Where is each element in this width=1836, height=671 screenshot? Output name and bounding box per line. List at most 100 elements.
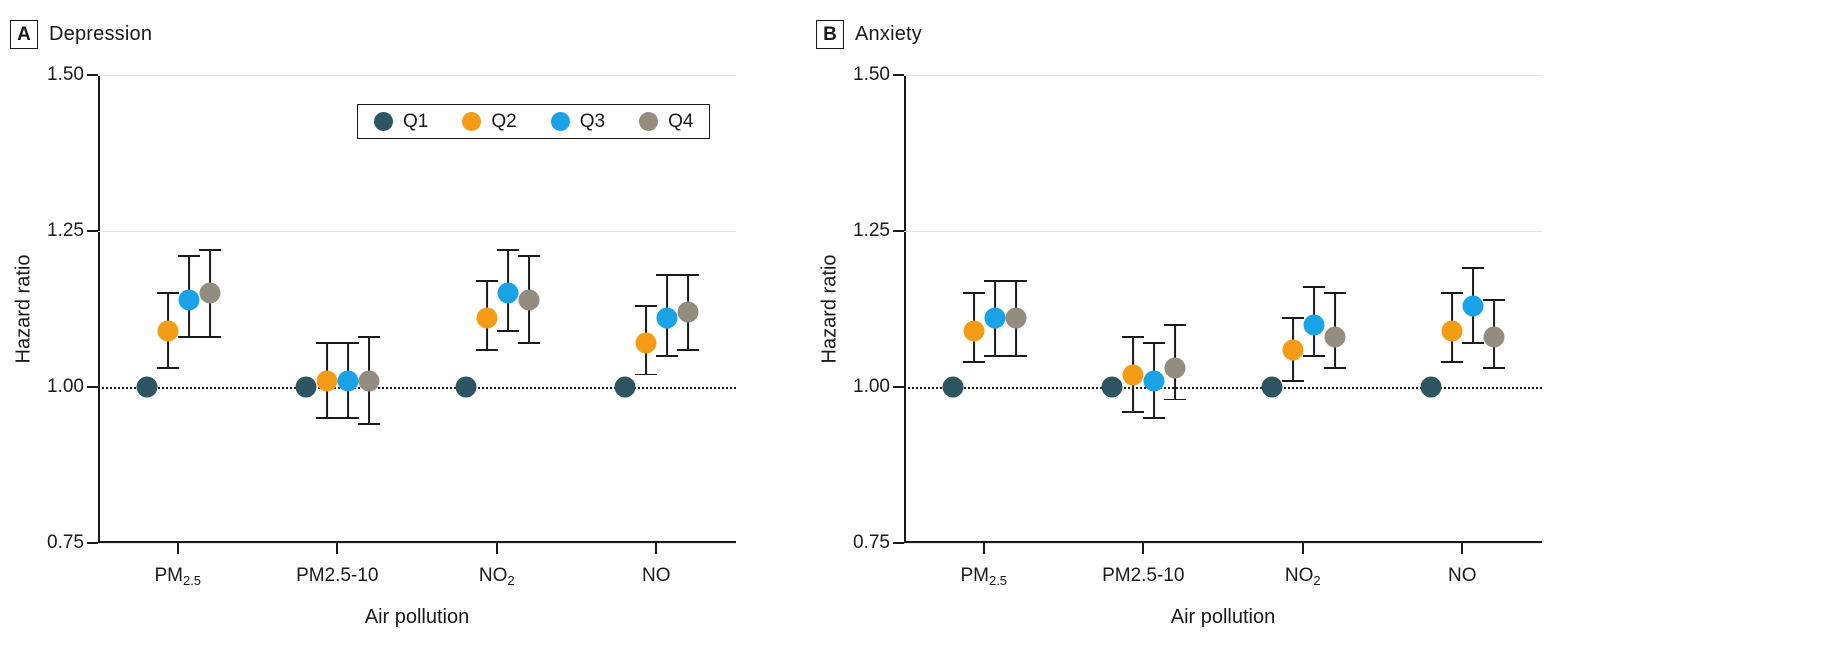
data-point-q2[interactable] <box>1282 339 1304 361</box>
data-point-q3[interactable] <box>656 307 678 329</box>
panel-b-letter: B <box>816 20 844 49</box>
legend-label: Q3 <box>579 111 606 132</box>
error-bar-cap <box>316 417 339 420</box>
gridline <box>904 543 1542 544</box>
y-axis-tick-label: 1.00 <box>47 376 84 397</box>
error-bar-cap <box>517 255 540 257</box>
legend-label: Q1 <box>403 111 429 132</box>
error-bar-cap <box>962 292 985 295</box>
error-bar-cap <box>177 336 200 339</box>
error-bar-cap <box>358 423 381 426</box>
x-axis-tick <box>1142 543 1145 554</box>
legend-swatch-q2-icon <box>462 112 482 131</box>
data-point-q4[interactable] <box>677 301 699 323</box>
data-point-q1[interactable] <box>1101 376 1123 398</box>
data-point-q2[interactable] <box>635 332 657 354</box>
data-point-q1[interactable] <box>942 376 964 398</box>
panel-b-title: Anxiety <box>855 23 922 45</box>
y-axis-line <box>904 75 906 543</box>
data-point-q4[interactable] <box>1324 326 1346 348</box>
x-axis-tick-label: PM2.5-10 <box>296 565 379 586</box>
y-axis-tick-label: 1.50 <box>853 64 890 85</box>
gridline <box>98 543 736 544</box>
error-bar-cap <box>358 336 381 339</box>
error-bar-cap <box>1483 298 1506 301</box>
panel-a-title: Depression <box>49 23 153 45</box>
data-point-q3[interactable] <box>337 370 359 392</box>
legend: Q1 Q2 Q3 Q4 <box>357 104 711 139</box>
panel-anxiety: B Anxiety 1.50 1.25 1.00 0.75 PM2.5 PM2.5-10 N… <box>806 0 1724 671</box>
error-bar-cap <box>475 279 498 282</box>
legend-item-q4[interactable]: Q4 <box>639 112 693 131</box>
error-bar-cap <box>177 255 200 257</box>
data-point-q1[interactable] <box>1261 376 1283 398</box>
x-axis-tick <box>495 543 498 554</box>
legend-swatch-q3-icon <box>550 112 570 131</box>
data-point-q4[interactable] <box>1164 357 1186 379</box>
data-point-q3[interactable] <box>1462 295 1484 317</box>
data-point-q4[interactable] <box>358 370 380 392</box>
error-bar-cap <box>677 273 700 276</box>
data-point-q1[interactable] <box>1420 376 1442 398</box>
data-point-q1[interactable] <box>136 376 158 398</box>
error-bar-cap <box>1302 286 1325 289</box>
data-point-q2[interactable] <box>1441 320 1463 342</box>
gridline <box>98 231 736 232</box>
y-axis-tick <box>87 386 98 388</box>
data-point-q3[interactable] <box>984 307 1006 329</box>
error-bar-cap <box>1323 367 1346 370</box>
legend-item-q1[interactable]: Q1 <box>374 112 428 131</box>
error-bar-cap <box>156 367 179 370</box>
error-bar-cap <box>337 417 360 420</box>
panel-a-header: A Depression <box>10 20 152 49</box>
x-axis-tick <box>1301 543 1304 554</box>
x-axis-title: Air pollution <box>1170 606 1276 628</box>
legend-item-q2[interactable]: Q2 <box>462 112 517 131</box>
y-axis-tick <box>893 74 904 76</box>
error-bar-cap <box>962 361 985 363</box>
y-axis-tick-label: 1.25 <box>853 220 890 241</box>
error-bar-cap <box>656 273 679 276</box>
error-bar-cap <box>1281 379 1304 382</box>
data-point-q2[interactable] <box>476 307 498 329</box>
error-bar-cap <box>1441 361 1464 363</box>
x-axis-tick-label: NO <box>642 565 671 586</box>
error-bar-cap <box>1004 354 1027 357</box>
data-point-q1[interactable] <box>295 376 317 398</box>
data-point-q2[interactable] <box>1122 364 1144 386</box>
error-bar-cap <box>1122 336 1145 339</box>
data-point-q2[interactable] <box>316 370 338 392</box>
data-point-q1[interactable] <box>614 376 636 398</box>
data-point-q2[interactable] <box>157 320 179 342</box>
data-point-q2[interactable] <box>963 320 985 342</box>
error-bar-cap <box>1441 292 1464 295</box>
y-axis-tick-label: 1.25 <box>47 220 84 241</box>
data-point-q3[interactable] <box>178 289 200 311</box>
y-axis-title: Hazard ratio <box>12 254 35 364</box>
x-axis-tick-label: NO2 <box>478 565 515 588</box>
plot-area-depression: 1.50 1.25 1.00 0.75 PM2.5 PM2.5-10 NO2 NO Air po… <box>13 64 736 628</box>
error-bar-cap <box>337 342 360 345</box>
data-point-q3[interactable] <box>1303 314 1325 336</box>
data-point-q3[interactable] <box>1143 370 1165 392</box>
error-bar-cap <box>677 348 700 351</box>
data-point-q4[interactable] <box>1005 307 1027 329</box>
plot-area-anxiety: 1.50 1.25 1.00 0.75 PM2.5 PM2.5-10 NO2 NO Air po… <box>819 64 1542 628</box>
data-point-q4[interactable] <box>518 289 540 311</box>
legend-swatch-q1-icon <box>374 112 393 131</box>
x-axis-tick <box>655 543 658 554</box>
x-axis-tick-label: NO <box>1448 565 1477 586</box>
y-axis-tick <box>87 74 98 76</box>
error-bar-cap <box>1004 279 1027 282</box>
error-bar-cap <box>656 354 679 357</box>
figure-root: A Depression 1.50 1.25 1.00 0.75 PM2.5 PM2.5-… <box>0 0 1836 671</box>
error-bar-cap <box>517 342 540 345</box>
data-point-q4[interactable] <box>199 282 221 304</box>
data-point-q4[interactable] <box>1483 326 1505 348</box>
legend-item-q3[interactable]: Q3 <box>550 111 606 132</box>
data-point-q1[interactable] <box>455 376 477 398</box>
error-bar-cap <box>635 304 658 307</box>
data-point-q3[interactable] <box>497 282 519 304</box>
error-bar-cap <box>1164 323 1187 326</box>
y-axis-title: Hazard ratio <box>818 254 841 364</box>
